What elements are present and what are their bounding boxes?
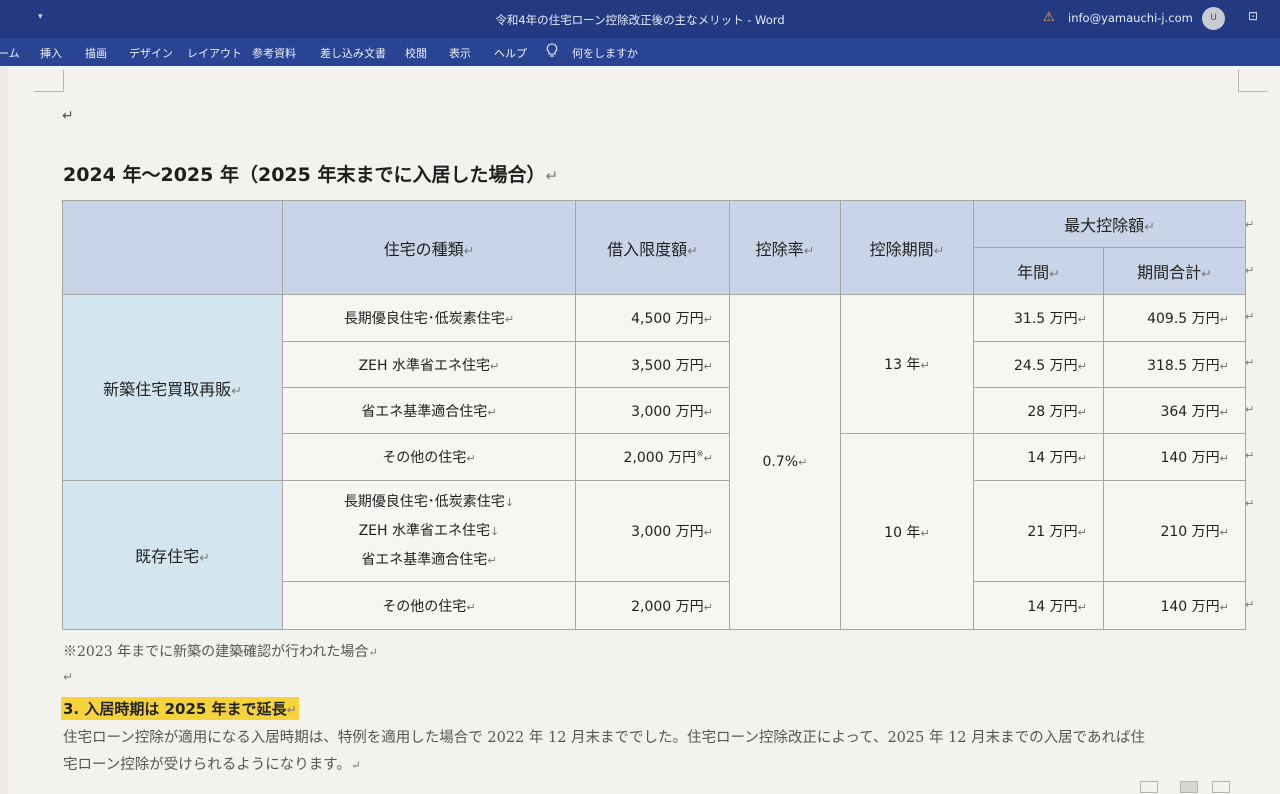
cell-limit: 3,000 万円↵ — [575, 387, 730, 434]
paragraph-mark-icon: ↵ — [62, 108, 74, 124]
tab-view[interactable]: 表示 — [449, 45, 471, 61]
margin-corner-right — [1238, 70, 1268, 92]
cell-type: 省エネ基準適合住宅↵ — [282, 387, 576, 434]
group-new-housing: 新築住宅買取再販↵ — [62, 294, 283, 481]
cell-type: ZEH 水準省エネ住宅↵ — [282, 341, 576, 388]
tell-me-search[interactable]: 何をしますか — [572, 45, 638, 61]
row-end-mark: ↵ — [1245, 310, 1255, 323]
row-end-mark: ↵ — [1245, 218, 1255, 231]
paragraph-mark-icon: ↵ — [545, 167, 559, 185]
cell-total: 318.5 万円↵ — [1103, 341, 1246, 388]
tab-mailings[interactable]: 差し込み文書 — [320, 45, 386, 61]
cell-annual: 28 万円↵ — [973, 387, 1104, 434]
cell-annual: 24.5 万円↵ — [973, 341, 1104, 388]
section-title-highlighted: 3. 入居時期は 2025 年まで延長↵ — [61, 697, 299, 720]
table-row: 新築住宅買取再販↵ 長期優良住宅･低炭素住宅↵ 4,500 万円↵ 0.7%↵ … — [62, 294, 1246, 630]
table-row: 既存住宅↵ 長期優良住宅･低炭素住宅↓ ZEH 水準省エネ住宅↓ 省エネ基準適合… — [62, 480, 1246, 630]
body-text-line-2: 宅ローン控除が受けられるようになります。↵ — [63, 757, 361, 773]
cell-type: その他の住宅↵ — [282, 433, 576, 481]
cell-limit: 3,000 万円↵ — [575, 480, 730, 582]
row-end-mark: ↵ — [1245, 264, 1255, 277]
cell-type: 長期優良住宅･低炭素住宅↵ — [282, 294, 576, 342]
cell-type: その他の住宅↵ — [282, 581, 576, 630]
cell-annual: 14 万円↵ — [973, 581, 1104, 630]
cell-annual: 21 万円↵ — [973, 480, 1104, 582]
ribbon-tab-bar: ーム 挿入 描画 デザイン レイアウト 参考資料 差し込み文書 校閲 表示 ヘル… — [0, 38, 1280, 66]
cell-total: 409.5 万円↵ — [1103, 294, 1246, 342]
row-end-mark: ↵ — [1245, 356, 1255, 369]
header-deduction-period: 控除期間↵ — [840, 200, 974, 295]
avatar[interactable]: U — [1202, 7, 1225, 30]
cell-annual: 31.5 万円↵ — [973, 294, 1104, 342]
print-layout-icon[interactable] — [1180, 781, 1198, 793]
header-annual: 年間↵ — [973, 247, 1104, 295]
status-bar-views — [1140, 780, 1280, 794]
tab-layout[interactable]: レイアウト — [187, 45, 242, 61]
cell-total: 210 万円↵ — [1103, 480, 1246, 582]
cell-total: 140 万円↵ — [1103, 581, 1246, 630]
body-text-line-1: 住宅ローン控除が適用になる入居時期は、特例を適用した場合で 2022 年 12 … — [63, 730, 1145, 746]
row-end-mark: ↵ — [1245, 403, 1255, 416]
header-housing-type: 住宅の種類↵ — [282, 200, 576, 295]
warning-icon[interactable]: ⚠ — [1043, 10, 1055, 25]
cell-total: 364 万円↵ — [1103, 387, 1246, 434]
title-bar: ▾ 令和4年の住宅ローン控除改正後の主なメリット - Word ⚠ info@y… — [0, 0, 1280, 38]
header-deduction-rate: 控除率↵ — [729, 200, 841, 295]
footnote-mark: ※ — [696, 449, 704, 460]
cell-limit: 2,000 万円※↵ — [575, 433, 730, 481]
cell-total: 140 万円↵ — [1103, 433, 1246, 481]
tab-draw[interactable]: 描画 — [85, 45, 107, 61]
cell-limit: 2,000 万円↵ — [575, 581, 730, 630]
section-heading: 2024 年〜2025 年（2025 年末までに入居した場合）↵ — [63, 160, 558, 187]
cell-rate: 0.7%↵ — [729, 294, 841, 630]
row-end-mark: ↵ — [1245, 598, 1255, 611]
row-end-mark: ↵ — [1245, 449, 1255, 462]
table-corner-header — [62, 200, 283, 295]
read-mode-icon[interactable] — [1140, 781, 1158, 793]
web-layout-icon[interactable] — [1212, 781, 1230, 793]
cell-period-10: 10 年↵ — [840, 433, 974, 630]
deduction-table[interactable]: 住宅の種類↵ 借入限度額↵ 控除率↵ 控除期間↵ 最大控除額↵ 年間↵ 期間合計… — [62, 200, 1246, 630]
tab-review[interactable]: 校閲 — [405, 45, 427, 61]
cell-period-13: 13 年↵ — [840, 294, 974, 434]
group-existing-housing: 既存住宅↵ — [62, 480, 283, 630]
tab-help[interactable]: ヘルプ — [494, 45, 527, 61]
paragraph-mark-icon: ↵ — [63, 670, 74, 684]
margin-corner-left — [34, 70, 64, 92]
row-end-mark: ↵ — [1245, 497, 1255, 510]
cell-limit: 3,500 万円↵ — [575, 341, 730, 388]
header-max-deduction: 最大控除額↵ — [973, 200, 1246, 248]
lightbulb-icon[interactable] — [546, 43, 558, 59]
cell-annual: 14 万円↵ — [973, 433, 1104, 481]
header-borrowing-limit: 借入限度額↵ — [575, 200, 730, 295]
tab-home[interactable]: ーム — [0, 45, 20, 61]
cell-type-multi: 長期優良住宅･低炭素住宅↓ ZEH 水準省エネ住宅↓ 省エネ基準適合住宅↵ — [282, 480, 576, 582]
footnote: ※2023 年までに新築の建築確認が行われた場合↵ — [63, 644, 378, 660]
tab-references[interactable]: 参考資料 — [252, 45, 296, 61]
heading-text: 2024 年〜2025 年（2025 年末までに入居した場合） — [63, 164, 546, 186]
account-email[interactable]: info@yamauchi-j.com — [1068, 11, 1193, 25]
tab-design[interactable]: デザイン — [129, 45, 173, 61]
ribbon-display-options-icon[interactable]: ⊡ — [1248, 9, 1258, 23]
header-period-total: 期間合計↵ — [1103, 247, 1246, 295]
cell-limit: 4,500 万円↵ — [575, 294, 730, 342]
tab-insert[interactable]: 挿入 — [40, 45, 62, 61]
